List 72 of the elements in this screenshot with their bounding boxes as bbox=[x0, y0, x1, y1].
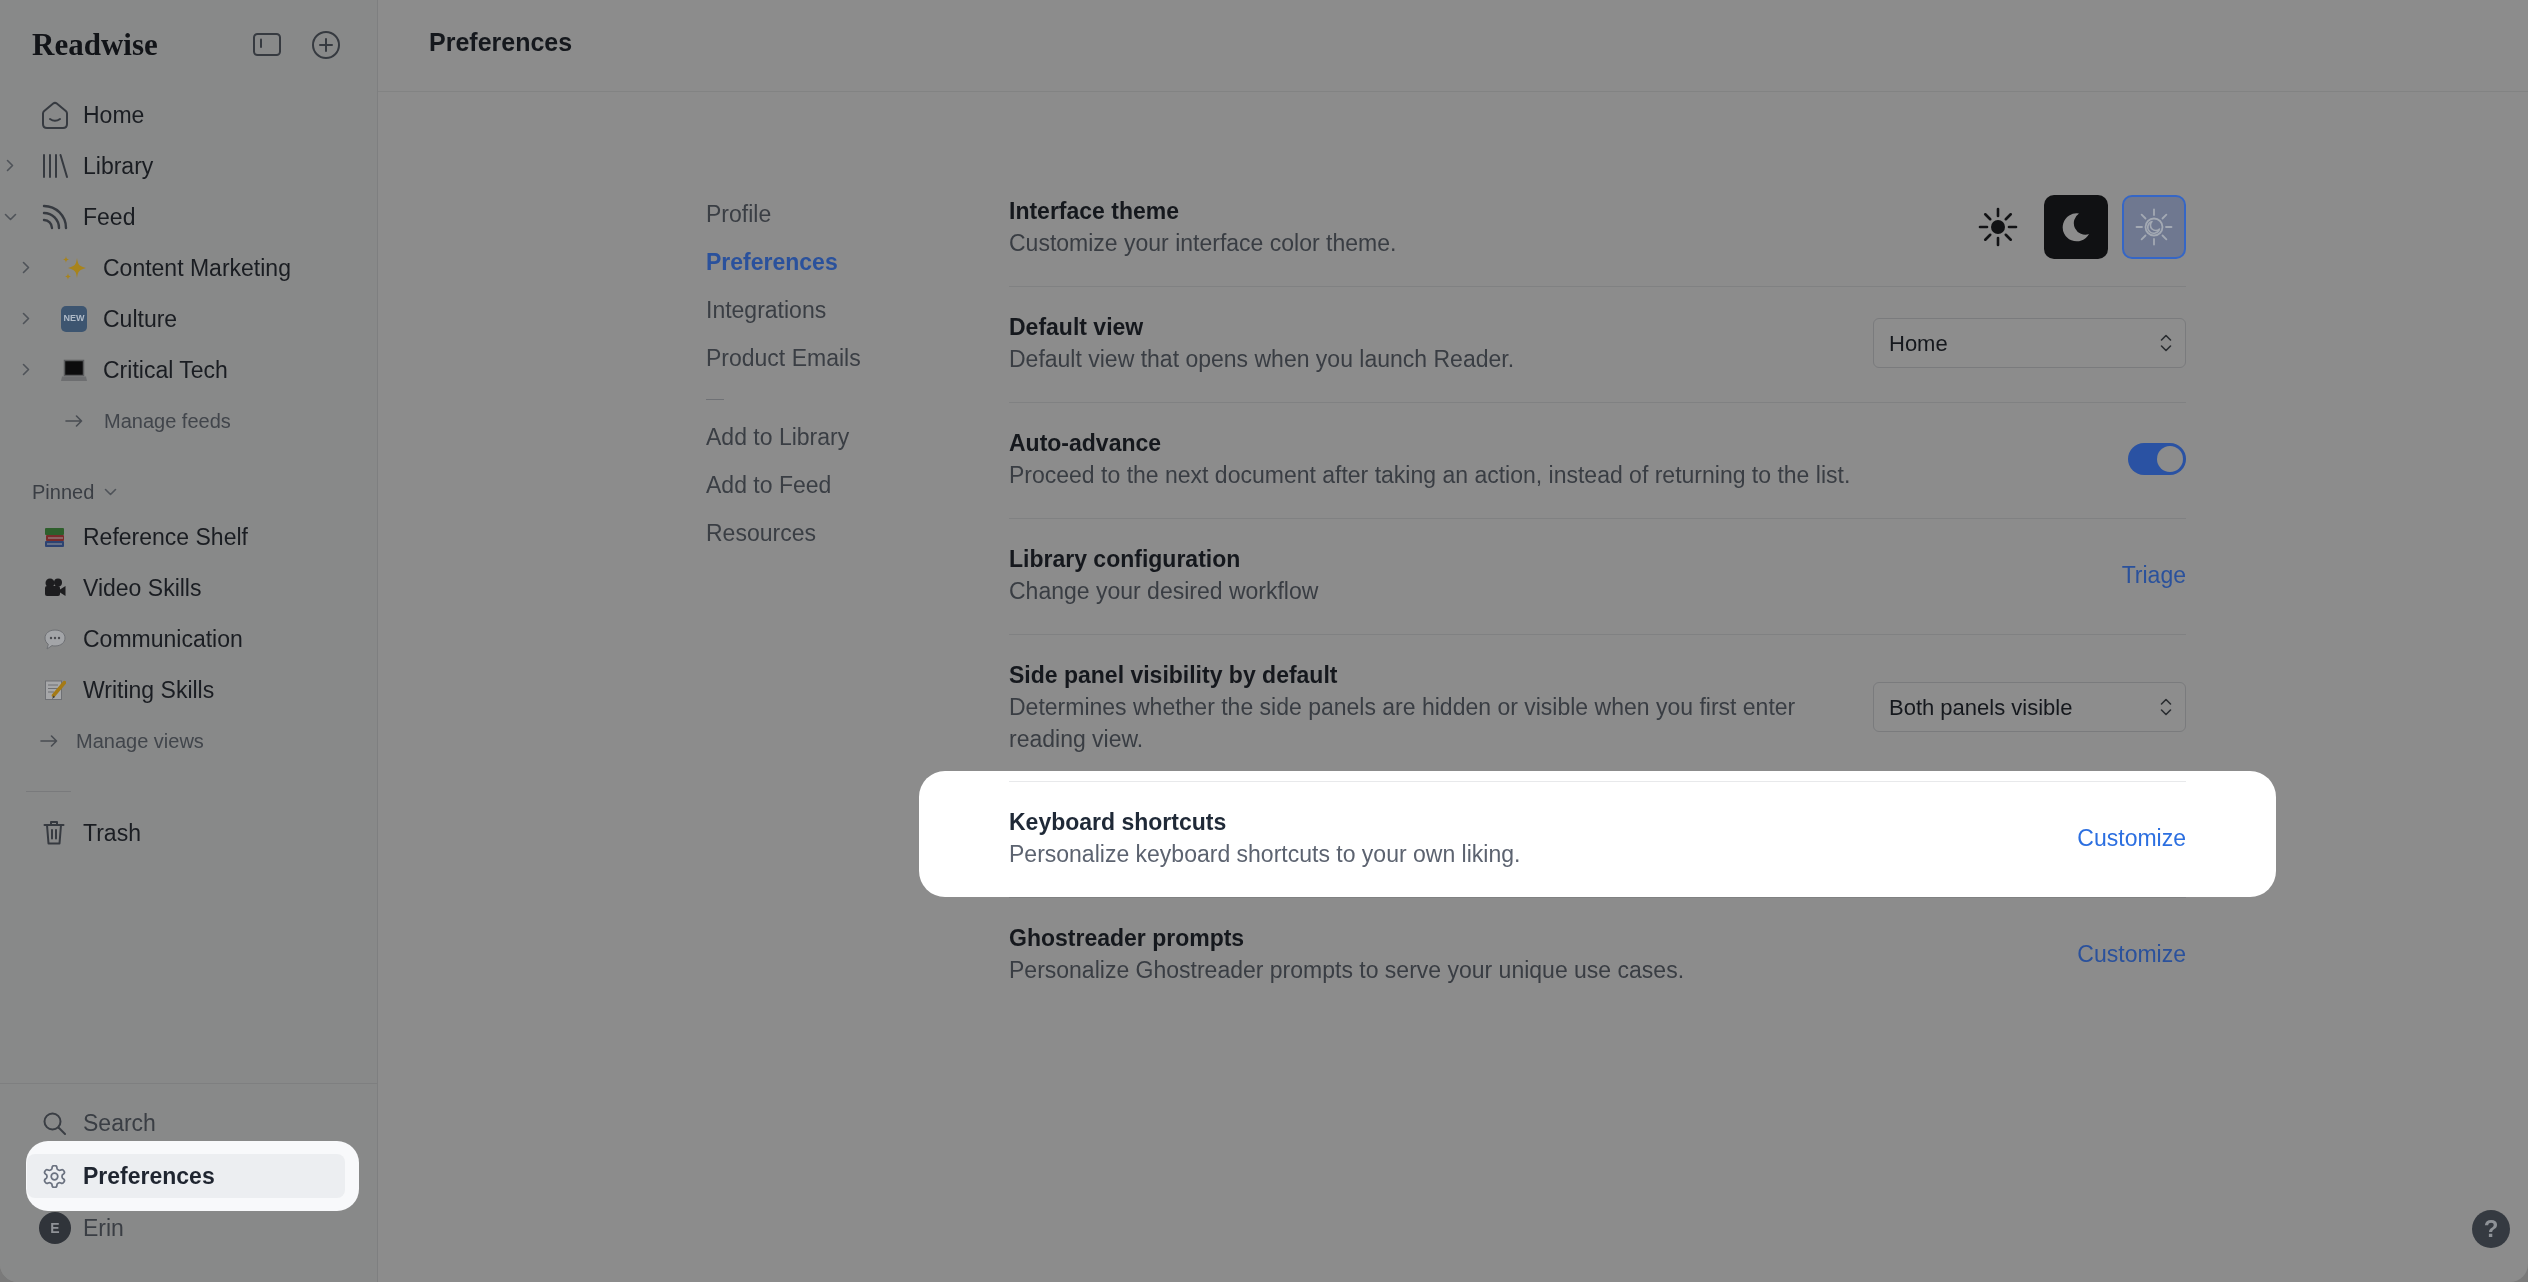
add-icon[interactable] bbox=[312, 30, 340, 59]
setting-title: Auto-advance bbox=[1009, 429, 1163, 458]
setting-title: Interface theme bbox=[1009, 197, 1180, 226]
setting-title: Library configuration bbox=[1009, 545, 1242, 574]
chevron-down-icon[interactable] bbox=[104, 487, 118, 496]
chevron-right-icon[interactable] bbox=[22, 261, 30, 274]
user-name[interactable]: Erin bbox=[83, 1212, 124, 1244]
sidebar-item[interactable]: Video Skills bbox=[44, 571, 202, 604]
setting-description: Change your desired workflow bbox=[1009, 577, 1320, 606]
setting-description: Customize your interface color theme. bbox=[1009, 229, 1398, 258]
settings-nav-link[interactable]: Integrations bbox=[706, 286, 827, 334]
section-toggle[interactable]: Pinned bbox=[32, 477, 118, 506]
settings-icon bbox=[43, 1164, 66, 1188]
theme-option[interactable] bbox=[2044, 195, 2108, 259]
page-title: Preferences bbox=[429, 28, 573, 56]
trash-icon bbox=[43, 820, 65, 845]
sidebar-item[interactable]: Communication bbox=[44, 622, 243, 655]
setting-title: Side panel visibility by default bbox=[1009, 661, 1339, 690]
speech-bubble-icon bbox=[44, 627, 66, 650]
dropdown[interactable]: Home bbox=[1873, 318, 2186, 368]
sun-moon-icon bbox=[2135, 208, 2173, 246]
manage-link[interactable]: Manage feeds bbox=[65, 406, 231, 435]
user-avatar: E bbox=[39, 1212, 71, 1244]
sidebar-item[interactable]: Critical Tech bbox=[61, 353, 228, 386]
sidebar-item[interactable]: Preferences bbox=[27, 1154, 345, 1198]
search-icon bbox=[43, 1111, 66, 1135]
chevron-down-icon[interactable] bbox=[3, 212, 17, 221]
chevron-right-icon[interactable] bbox=[22, 363, 30, 376]
app-logo: Readwise bbox=[32, 29, 158, 60]
books-icon bbox=[44, 525, 66, 548]
sidebar-item[interactable]: Writing Skills bbox=[44, 673, 215, 706]
home-icon bbox=[41, 100, 69, 129]
settings-nav-link[interactable]: Profile bbox=[706, 190, 772, 238]
sidebar-item[interactable]: Search bbox=[27, 1108, 345, 1138]
sidebar-item[interactable]: Home bbox=[41, 98, 145, 131]
setting-description: Default view that opens when you launch Reader. bbox=[1009, 345, 1516, 374]
dropdown[interactable]: Both panels visible bbox=[1873, 682, 2186, 732]
chevron-up-down-icon bbox=[2160, 333, 2172, 353]
setting-description: Determines whether the side panels are hidden or visible when you first enter reading view. bbox=[1009, 693, 1797, 754]
arrow-right-icon bbox=[65, 414, 83, 427]
settings-nav-link[interactable]: Add to Feed bbox=[706, 461, 832, 509]
manage-link[interactable]: Manage views bbox=[40, 726, 204, 755]
sidebar-toggle-icon[interactable] bbox=[253, 33, 281, 56]
chevron-right-icon[interactable] bbox=[6, 159, 14, 172]
sidebar-item[interactable]: Feed bbox=[41, 200, 136, 233]
settings-nav-link[interactable]: Add to Library bbox=[706, 413, 850, 461]
settings-nav-link[interactable]: Product Emails bbox=[706, 334, 861, 382]
movie-camera-icon bbox=[44, 576, 66, 599]
arrow-right-icon bbox=[40, 734, 58, 747]
action-link[interactable]: Customize bbox=[2077, 822, 2186, 854]
help-button[interactable]: ? bbox=[2472, 1210, 2510, 1248]
sidebar-item[interactable]: Content Marketing bbox=[61, 251, 291, 284]
rss-icon bbox=[41, 202, 69, 231]
toggle-switch[interactable] bbox=[2128, 443, 2186, 475]
setting-description: Proceed to the next document after taking an action, instead of returning to the list. bbox=[1009, 461, 1852, 490]
setting-title: Keyboard shortcuts bbox=[1009, 808, 1228, 837]
sidebar-item[interactable]: Library bbox=[41, 149, 154, 182]
library-icon bbox=[41, 152, 69, 179]
settings-nav-link[interactable]: Resources bbox=[706, 509, 816, 557]
moon-icon bbox=[2062, 212, 2090, 242]
setting-description: Personalize keyboard shortcuts to your own liking. bbox=[1009, 840, 1522, 869]
setting-title: Ghostreader prompts bbox=[1009, 924, 1246, 953]
sidebar-item[interactable]: NEW Culture bbox=[61, 302, 178, 335]
setting-description: Personalize Ghostreader prompts to serve your unique use cases. bbox=[1009, 956, 1686, 985]
sun-icon bbox=[1978, 207, 2018, 247]
new-badge: NEW bbox=[61, 305, 87, 332]
chevron-up-down-icon bbox=[2160, 697, 2172, 717]
sidebar-item[interactable]: Trash bbox=[43, 816, 141, 849]
chevron-right-icon[interactable] bbox=[22, 312, 30, 325]
memo-pencil-icon bbox=[44, 678, 66, 701]
setting-title: Default view bbox=[1009, 313, 1145, 342]
sidebar-item[interactable]: Reference Shelf bbox=[44, 520, 248, 553]
